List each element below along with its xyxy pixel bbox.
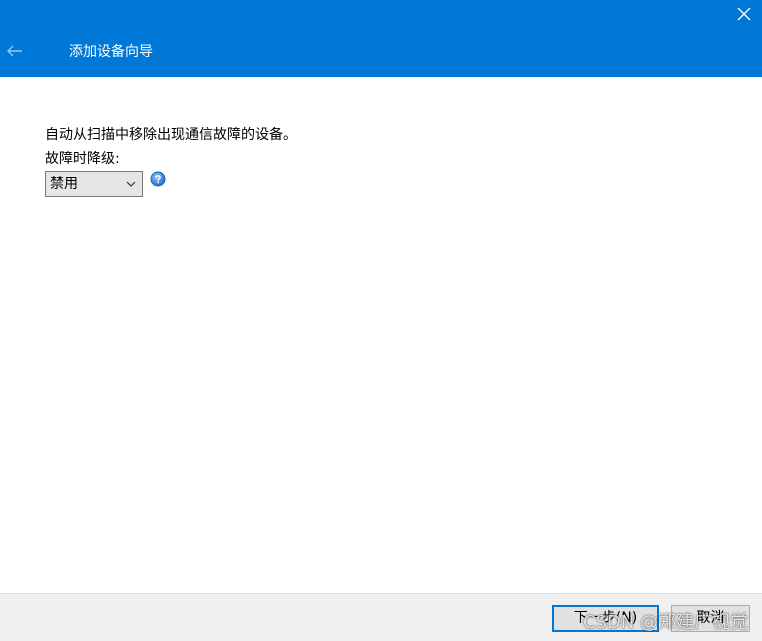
wizard-title: 添加设备向导 bbox=[69, 44, 153, 60]
help-question-icon bbox=[150, 171, 166, 187]
wizard-header: 添加设备向导 bbox=[0, 0, 762, 77]
help-button[interactable] bbox=[150, 171, 166, 187]
select-value: 禁用 bbox=[50, 176, 78, 192]
chevron-down-icon bbox=[126, 181, 136, 187]
add-device-wizard-window: 添加设备向导 自动从扫描中移除出现通信故障的设备。 故障时降级: 禁用 下一步(… bbox=[0, 0, 762, 641]
degrade-on-failure-select[interactable]: 禁用 bbox=[45, 171, 143, 197]
close-icon bbox=[737, 7, 751, 21]
next-button[interactable]: 下一步(N) bbox=[552, 605, 659, 632]
back-button[interactable] bbox=[4, 40, 26, 62]
back-arrow-icon bbox=[7, 45, 22, 57]
degrade-on-failure-label: 故障时降级: bbox=[45, 151, 120, 167]
wizard-content: 自动从扫描中移除出现通信故障的设备。 故障时降级: 禁用 bbox=[45, 125, 725, 197]
degrade-select-row: 禁用 bbox=[45, 171, 725, 197]
cancel-button[interactable]: 取消 bbox=[671, 605, 750, 632]
close-button[interactable] bbox=[734, 4, 754, 24]
wizard-footer: 下一步(N) 取消 CSDN @郑建广视觉 bbox=[0, 593, 762, 641]
description-text: 自动从扫描中移除出现通信故障的设备。 bbox=[45, 127, 297, 143]
